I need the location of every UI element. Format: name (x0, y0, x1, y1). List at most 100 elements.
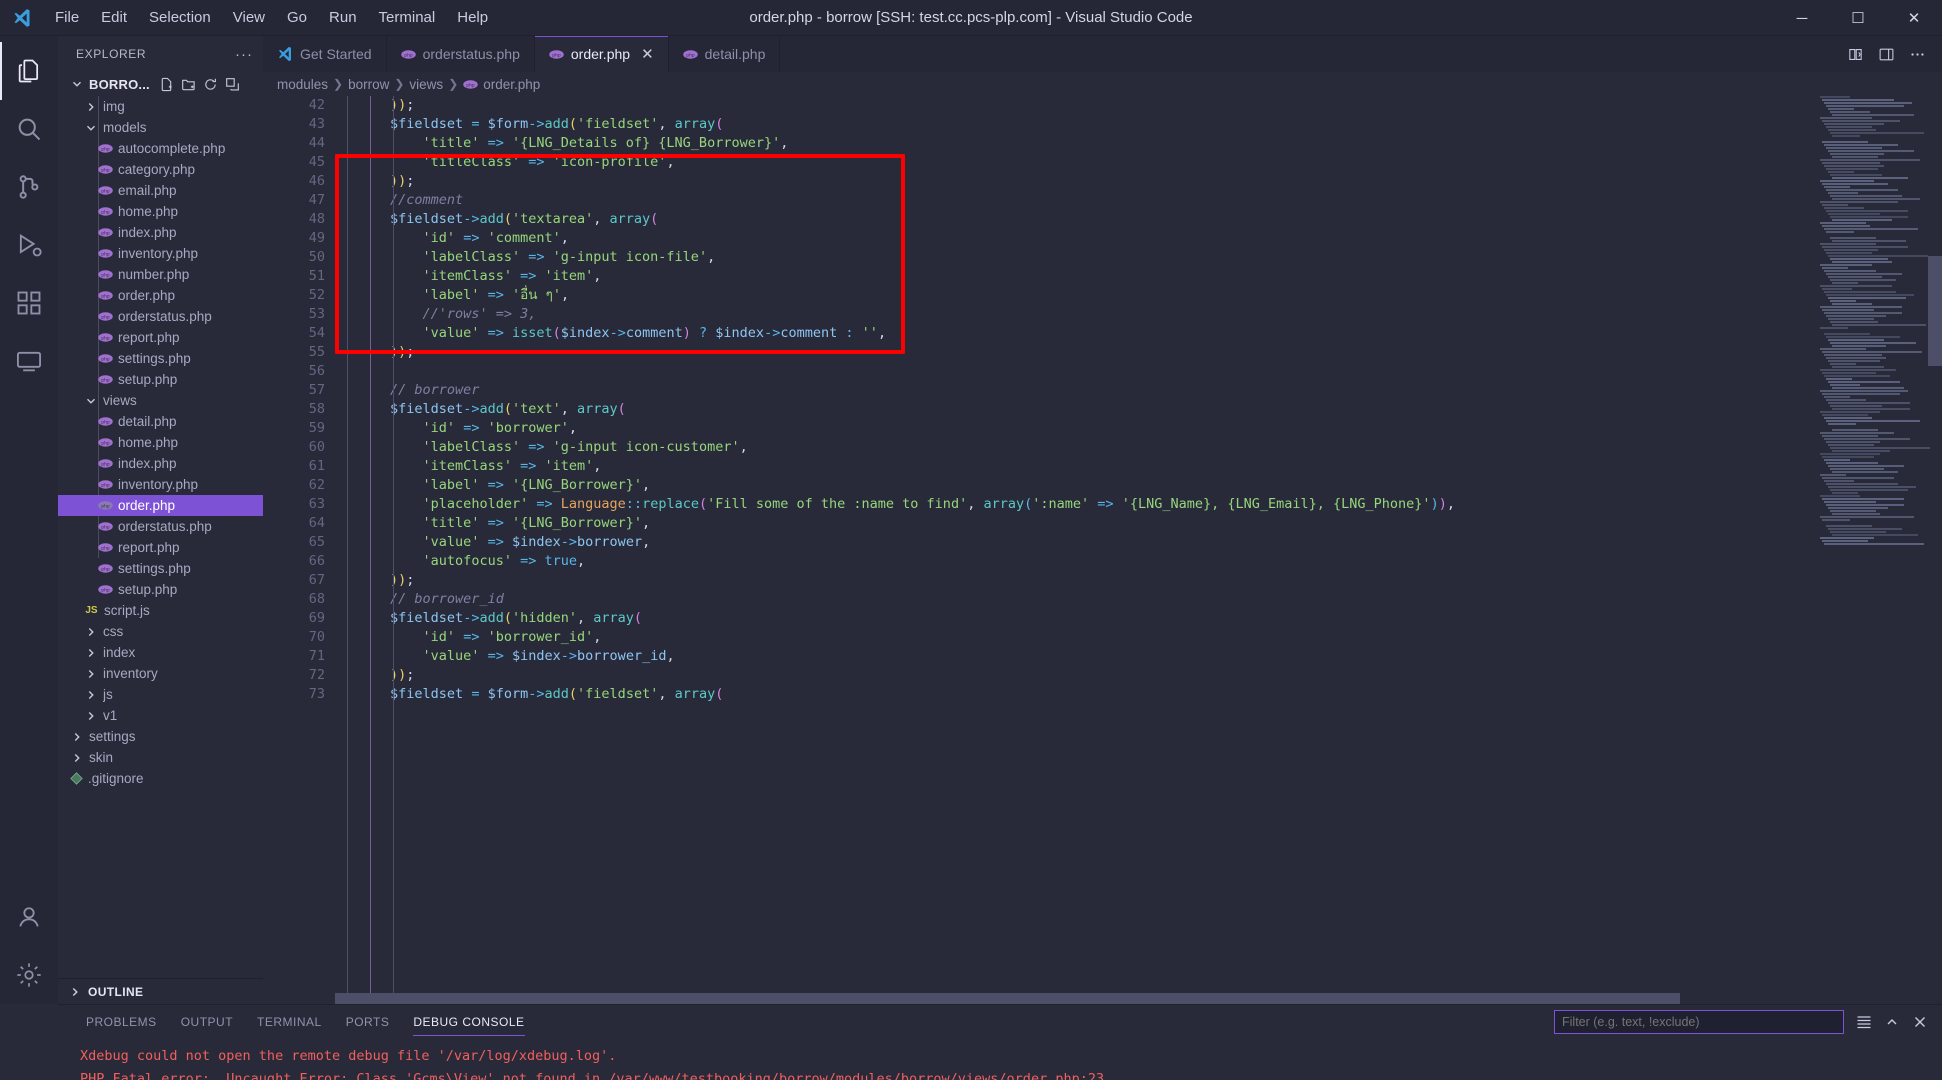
tree-item[interactable]: php inventory.php (58, 474, 263, 495)
activity-settings-gear[interactable] (0, 946, 58, 1004)
code-line[interactable]: 70 'id' => 'borrower_id', (263, 628, 1455, 647)
editor-tab[interactable]: php detail.php (668, 36, 781, 72)
tree-item[interactable]: inventory (58, 663, 263, 684)
code-line[interactable]: 45 'titleClass' => 'icon-profile', (263, 153, 1455, 172)
code-line[interactable]: 48 $fieldset->add('textarea', array( (263, 210, 1455, 229)
tree-item[interactable]: php orderstatus.php (58, 516, 263, 537)
refresh-icon[interactable] (203, 77, 218, 92)
split-editor-icon[interactable] (1847, 46, 1864, 63)
tree-item[interactable]: php detail.php (58, 411, 263, 432)
more-actions-icon[interactable] (1909, 46, 1926, 63)
minimize-button[interactable]: ─ (1774, 0, 1830, 36)
code-line[interactable]: 57 // borrower (263, 381, 1455, 400)
breadcrumb-item[interactable]: modules (277, 77, 328, 92)
code-line[interactable]: 54 'value' => isset($index->comment) ? $… (263, 324, 1455, 343)
close-panel-icon[interactable] (1912, 1014, 1928, 1030)
tree-item[interactable]: img (58, 96, 263, 117)
tree-item[interactable]: settings (58, 726, 263, 747)
horizontal-scrollbar-thumb[interactable] (335, 993, 1680, 1004)
code-line[interactable]: 60 'labelClass' => 'g-input icon-custome… (263, 438, 1455, 457)
code-line[interactable]: 50 'labelClass' => 'g-input icon-file', (263, 248, 1455, 267)
code-line[interactable]: 58 $fieldset->add('text', array( (263, 400, 1455, 419)
tree-item[interactable]: v1 (58, 705, 263, 726)
code-line[interactable]: 49 'id' => 'comment', (263, 229, 1455, 248)
code-line[interactable]: 66 'autofocus' => true, (263, 552, 1455, 571)
menu-view[interactable]: View (222, 4, 276, 31)
activity-search[interactable] (0, 100, 58, 158)
code-line[interactable]: 51 'itemClass' => 'item', (263, 267, 1455, 286)
tree-item[interactable]: .gitignore (58, 768, 263, 789)
editor-tab[interactable]: php orderstatus.php (386, 36, 535, 72)
tree-item[interactable]: php number.php (58, 264, 263, 285)
code-line[interactable]: 46 )); (263, 172, 1455, 191)
code-line[interactable]: 71 'value' => $index->borrower_id, (263, 647, 1455, 666)
file-tree[interactable]: img models php autocomplete.php php category.… (58, 96, 263, 978)
panel-tab[interactable]: PORTS (334, 1005, 402, 1039)
code-line[interactable]: 42 )); (263, 96, 1455, 115)
panel-tab[interactable]: DEBUG CONSOLE (401, 1005, 536, 1039)
code-line[interactable]: 61 'itemClass' => 'item', (263, 457, 1455, 476)
vertical-scrollbar-thumb[interactable] (1928, 256, 1942, 366)
outline-section-header[interactable]: OUTLINE (58, 978, 263, 1004)
tree-item[interactable]: php settings.php (58, 558, 263, 579)
activity-remote-explorer[interactable] (0, 332, 58, 390)
menu-file[interactable]: File (44, 4, 90, 31)
menu-help[interactable]: Help (446, 4, 499, 31)
editor-vertical-scrollbar[interactable] (1928, 96, 1942, 1004)
close-tab-icon[interactable]: ✕ (641, 45, 654, 63)
code-line[interactable]: 73 $fieldset = $form->add('fieldset', ar… (263, 685, 1455, 704)
tree-item[interactable]: php inventory.php (58, 243, 263, 264)
console-filter-input[interactable] (1554, 1010, 1844, 1034)
menu-selection[interactable]: Selection (138, 4, 222, 31)
editor-tab[interactable]: Get Started (263, 36, 387, 72)
code-line[interactable]: 62 'label' => '{LNG_Borrower}', (263, 476, 1455, 495)
breadcrumb-item[interactable]: borrow (348, 77, 389, 92)
tree-item[interactable]: js (58, 684, 263, 705)
tree-item[interactable]: php setup.php (58, 369, 263, 390)
tree-item[interactable]: php home.php (58, 432, 263, 453)
code-line[interactable]: 47 //comment (263, 191, 1455, 210)
code-line[interactable]: 63 'placeholder' => Language::replace('F… (263, 495, 1455, 514)
code-line[interactable]: 44 'title' => '{LNG_Details of} {LNG_Bor… (263, 134, 1455, 153)
code-line[interactable]: 53 //'rows' => 3, (263, 305, 1455, 324)
activity-extensions[interactable] (0, 274, 58, 332)
tree-item[interactable]: php settings.php (58, 348, 263, 369)
code-line[interactable]: 67 )); (263, 571, 1455, 590)
tree-item[interactable]: php index.php (58, 222, 263, 243)
panel-tab[interactable]: OUTPUT (169, 1005, 245, 1039)
tree-item[interactable]: skin (58, 747, 263, 768)
menu-terminal[interactable]: Terminal (368, 4, 447, 31)
panel-tab[interactable]: PROBLEMS (74, 1005, 169, 1039)
workspace-root-row[interactable]: BORRO... (58, 72, 263, 96)
menu-edit[interactable]: Edit (90, 4, 138, 31)
tree-item[interactable]: php order.php (58, 495, 263, 516)
editor-tab[interactable]: php order.php ✕ (534, 36, 669, 72)
tree-item[interactable]: php home.php (58, 201, 263, 222)
code-editor[interactable]: 42 )); 43 $fieldset = $form->add('fieldse… (263, 96, 1942, 1004)
code-line[interactable]: 55 )); (263, 343, 1455, 362)
tree-item[interactable]: index (58, 642, 263, 663)
new-file-icon[interactable] (159, 77, 174, 92)
breadcrumb-item[interactable]: views (409, 77, 443, 92)
tree-item[interactable]: php orderstatus.php (58, 306, 263, 327)
code-line[interactable]: 65 'value' => $index->borrower, (263, 533, 1455, 552)
debug-console-output[interactable]: Xdebug could not open the remote debug f… (58, 1039, 1942, 1080)
tree-item[interactable]: php setup.php (58, 579, 263, 600)
clear-console-icon[interactable] (1856, 1014, 1872, 1030)
new-folder-icon[interactable] (181, 77, 196, 92)
tree-item[interactable]: models (58, 117, 263, 138)
activity-run-debug[interactable] (0, 216, 58, 274)
activity-accounts[interactable] (0, 888, 58, 946)
code-line[interactable]: 69 $fieldset->add('hidden', array( (263, 609, 1455, 628)
panel-tab[interactable]: TERMINAL (245, 1005, 334, 1039)
layout-icon[interactable] (1878, 46, 1895, 63)
breadcrumb[interactable]: modules ❯ borrow ❯ views ❯ php order.php (263, 72, 1942, 96)
collapse-all-icon[interactable] (225, 77, 240, 92)
activity-explorer[interactable] (0, 42, 58, 100)
explorer-more-actions[interactable]: ··· (235, 46, 253, 63)
code-line[interactable]: 59 'id' => 'borrower', (263, 419, 1455, 438)
chevron-up-icon[interactable] (1884, 1014, 1900, 1030)
code-line[interactable]: 68 // borrower_id (263, 590, 1455, 609)
code-line[interactable]: 43 $fieldset = $form->add('fieldset', ar… (263, 115, 1455, 134)
tree-item[interactable]: php category.php (58, 159, 263, 180)
